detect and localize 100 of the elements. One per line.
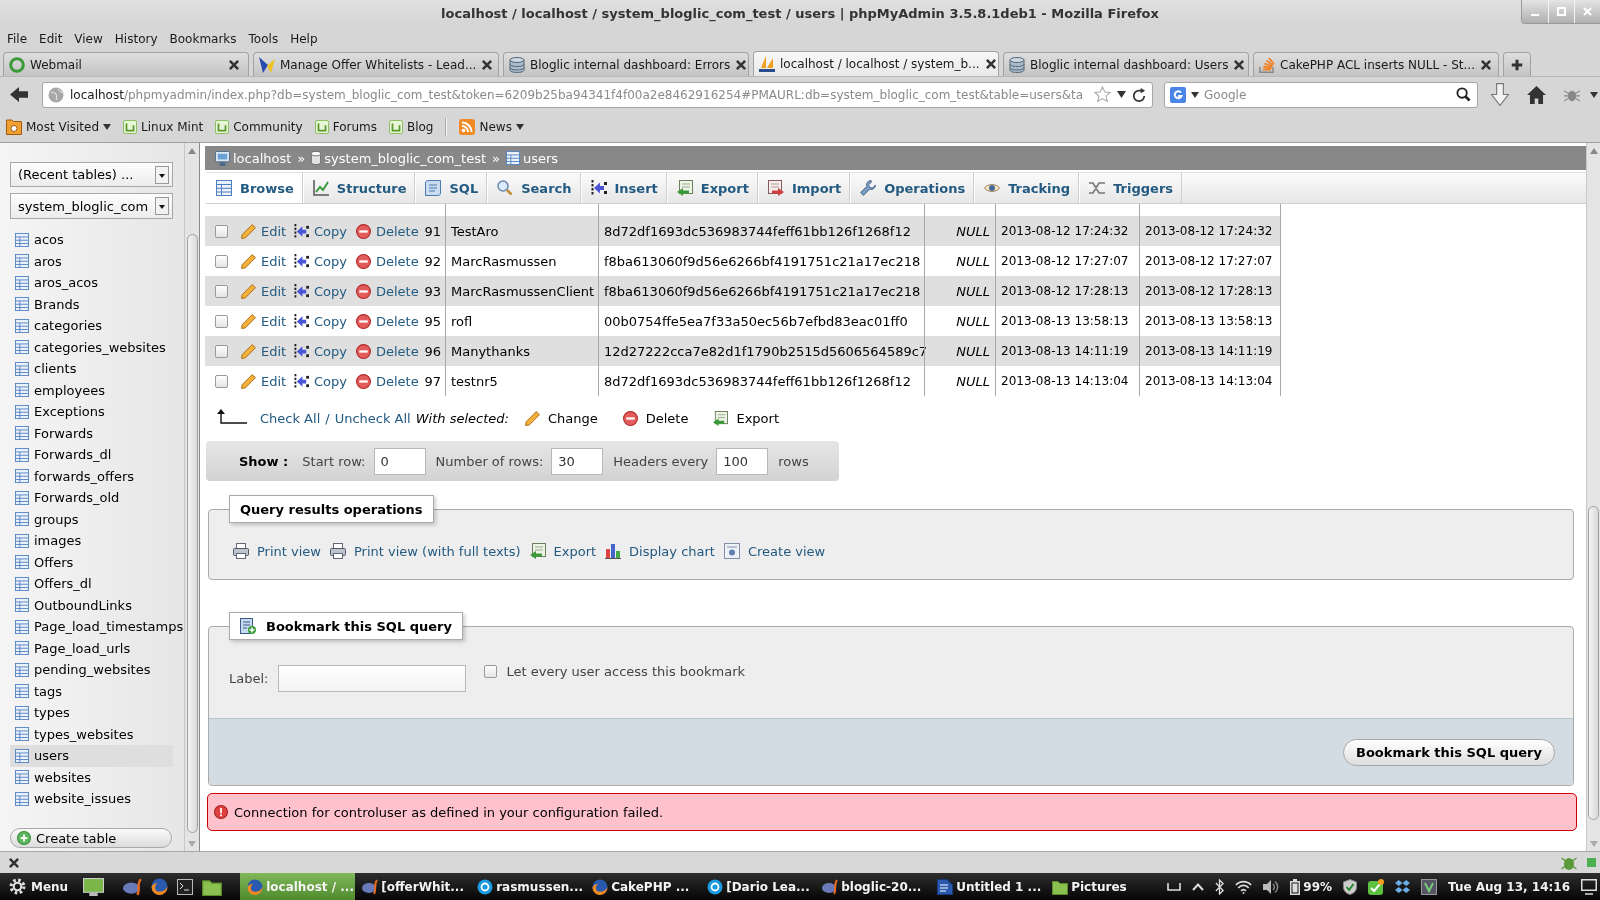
home-icon[interactable] xyxy=(1527,85,1546,104)
close-icon[interactable] xyxy=(984,58,997,70)
operation-link[interactable]: Print view xyxy=(233,543,321,559)
close-icon[interactable] xyxy=(735,58,748,71)
edit-link[interactable]: Edit xyxy=(241,343,287,359)
diamonds-icon[interactable] xyxy=(1395,879,1411,894)
edit-link[interactable]: Edit xyxy=(241,283,287,299)
folder-icon[interactable] xyxy=(202,877,223,896)
delete-link[interactable]: Delete xyxy=(356,253,419,269)
bookmark-link[interactable]: Blog xyxy=(388,120,434,134)
browser-tab[interactable]: localhost / localhost / system_b... xyxy=(753,51,999,76)
edit-link[interactable]: Edit xyxy=(241,373,287,389)
close-icon[interactable] xyxy=(1233,58,1246,71)
scrollbar-thumb[interactable] xyxy=(1588,506,1599,820)
row-checkbox[interactable] xyxy=(215,284,228,298)
bookmark-folder[interactable]: Most Visited xyxy=(6,119,112,135)
close-icon[interactable] xyxy=(1479,58,1492,71)
copy-link[interactable]: Copy xyxy=(294,253,347,269)
delete-link[interactable]: Delete xyxy=(356,283,419,299)
check-all-link[interactable]: Check All xyxy=(260,410,321,426)
bookmark-link[interactable]: Community xyxy=(215,120,303,134)
close-icon[interactable] xyxy=(8,856,20,869)
taskbar-task[interactable]: rasmussen... xyxy=(470,873,586,900)
space-bar-icon[interactable] xyxy=(1167,882,1182,891)
breadcrumb-link[interactable]: users xyxy=(505,150,559,166)
operation-link[interactable]: Create view xyxy=(723,543,826,559)
table-tab[interactable]: Tracking xyxy=(974,173,1080,203)
sidebar-item[interactable]: Brands xyxy=(10,293,173,315)
copy-link[interactable]: Copy xyxy=(294,343,347,359)
caret-icon[interactable] xyxy=(1590,91,1598,98)
copy-link[interactable]: Copy xyxy=(294,283,347,299)
sidebar-item[interactable]: Forwards xyxy=(10,422,173,444)
breadcrumb-link[interactable]: system_bloglic_com_test xyxy=(311,150,486,166)
sidebar-item[interactable]: Exceptions xyxy=(10,401,173,423)
headers-input[interactable]: 100 xyxy=(716,447,769,475)
delete-link[interactable]: Delete xyxy=(356,313,419,329)
scrollbar[interactable] xyxy=(184,143,199,851)
download-arrow-icon[interactable] xyxy=(1491,83,1509,106)
caret-icon[interactable] xyxy=(1117,91,1126,98)
sidebar-item[interactable]: Page_load_timestamps xyxy=(10,616,184,638)
sidebar-item[interactable]: types_websites xyxy=(10,723,173,745)
chevron-square-icon[interactable] xyxy=(1421,878,1438,895)
sidebar-item[interactable]: categories xyxy=(10,315,173,337)
sidebar-item[interactable]: Page_load_urls xyxy=(10,637,173,659)
monitor-icon[interactable] xyxy=(83,877,105,896)
edit-link[interactable]: Edit xyxy=(241,313,287,329)
taskbar-task[interactable]: [Dario Lea... xyxy=(700,873,816,900)
sidebar-item[interactable]: Offers xyxy=(10,551,173,573)
copy-link[interactable]: Copy xyxy=(294,373,347,389)
delete-button[interactable]: Delete xyxy=(622,410,689,426)
browser-tab[interactable]: Bloglic internal dashboard: Errors xyxy=(503,52,749,76)
recent-tables-select[interactable]: (Recent tables) ... xyxy=(10,162,173,187)
row-checkbox[interactable] xyxy=(215,314,228,328)
app-icon[interactable] xyxy=(123,877,143,896)
sidebar-item[interactable]: groups xyxy=(10,508,173,530)
terminal-icon[interactable] xyxy=(177,878,194,895)
operation-link[interactable]: Export xyxy=(529,543,597,559)
create-table-button[interactable]: Create table xyxy=(10,828,172,848)
table-tab[interactable]: Structure xyxy=(302,173,416,203)
battery-icon[interactable] xyxy=(1290,878,1301,895)
sidebar-item[interactable]: employees xyxy=(10,379,173,401)
globe-icon[interactable] xyxy=(151,878,169,895)
sidebar-item[interactable]: clients xyxy=(10,358,173,380)
menu-item[interactable]: View xyxy=(68,29,109,48)
sidebar-item[interactable]: images xyxy=(10,530,173,552)
browser-tab[interactable]: Webmail xyxy=(3,52,249,76)
bookmark-feed[interactable]: News xyxy=(459,119,524,135)
menu-item[interactable]: Bookmarks xyxy=(163,29,243,48)
scrollbar[interactable] xyxy=(1586,143,1600,851)
sidebar-item[interactable]: types xyxy=(10,702,173,724)
row-checkbox[interactable] xyxy=(215,344,228,358)
delete-link[interactable]: Delete xyxy=(356,223,419,239)
taskbar-task[interactable]: Pictures xyxy=(1045,873,1161,900)
sidebar-item[interactable]: OutboundLinks xyxy=(10,594,173,616)
table-tab[interactable]: Insert xyxy=(580,173,667,203)
sidebar-item[interactable]: aros_acos xyxy=(10,272,173,294)
sidebar-item[interactable]: Forwards_dl xyxy=(10,444,173,466)
taskbar-task[interactable]: Untitled 1 ... xyxy=(930,873,1046,900)
uncheck-all-link[interactable]: Uncheck All xyxy=(334,410,411,426)
search-field[interactable]: Google xyxy=(1164,81,1478,108)
table-tab[interactable]: Export xyxy=(666,173,758,203)
browser-tab[interactable]: Bloglic internal dashboard: Users xyxy=(1003,52,1249,76)
table-tab[interactable]: Import xyxy=(757,173,851,203)
browser-tab[interactable]: CakePHP ACL inserts NULL - St... xyxy=(1253,52,1499,76)
row-checkbox[interactable] xyxy=(215,254,228,268)
new-tab-button[interactable] xyxy=(1503,52,1531,76)
menu-item[interactable]: History xyxy=(108,29,164,48)
monitor-icon[interactable] xyxy=(1581,878,1597,895)
sidebar-item[interactable]: Forwards_old xyxy=(10,487,173,509)
reload-icon[interactable] xyxy=(1132,87,1146,102)
copy-link[interactable]: Copy xyxy=(294,223,347,239)
shield-icon[interactable] xyxy=(1343,878,1358,895)
delete-link[interactable]: Delete xyxy=(356,373,419,389)
close-icon[interactable] xyxy=(481,58,494,71)
menu-item[interactable]: Help xyxy=(284,29,324,48)
edit-link[interactable]: Edit xyxy=(241,223,287,239)
rows-input[interactable]: 30 xyxy=(551,447,604,475)
menu-item[interactable]: Tools xyxy=(242,29,285,48)
copy-link[interactable]: Copy xyxy=(294,313,347,329)
menu-item[interactable]: Edit xyxy=(33,29,69,48)
